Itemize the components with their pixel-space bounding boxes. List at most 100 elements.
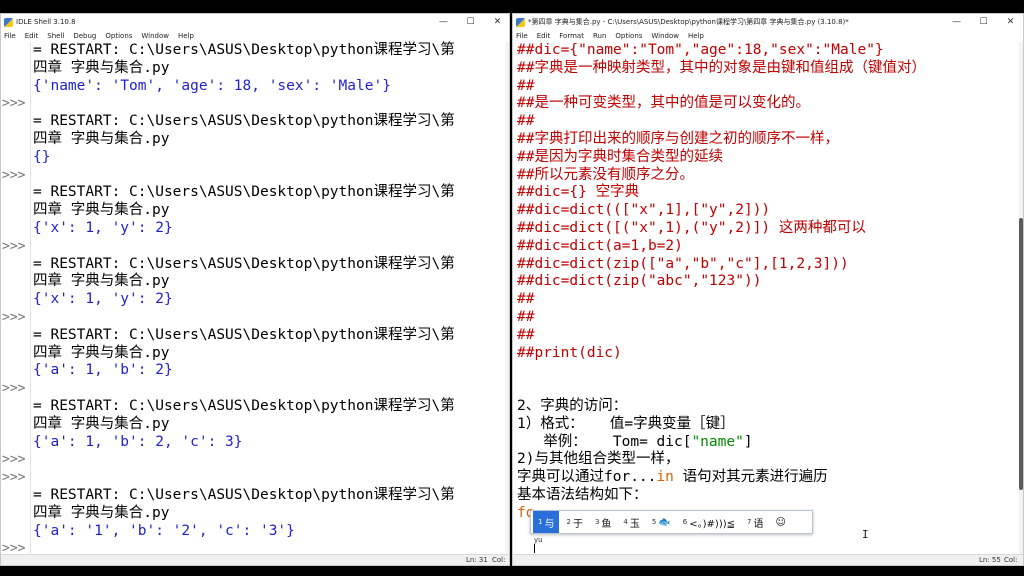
minimize-icon[interactable]: —	[943, 14, 970, 30]
code-text: = RESTART: C:\Users\ASUS\Desktop\python课…	[33, 42, 455, 58]
shell-prompt: >>>	[2, 96, 26, 112]
ime-candidate-text: 鱼	[601, 518, 612, 530]
editor-code-line: ##是一种可变类型，其中的值是可以变化的。	[517, 95, 810, 113]
code-text: ##	[517, 309, 535, 325]
shell-output-line: = RESTART: C:\Users\ASUS\Desktop\python课…	[33, 256, 455, 274]
code-text: ##dic=dict(a=1,b=2)	[517, 237, 683, 254]
shell-menu-debug[interactable]: Debug	[73, 32, 96, 40]
editor-code-line: 1）格式： 值=字典变量［键］	[517, 416, 735, 434]
editor-code-line: ##是因为字典时集合类型的延续	[517, 149, 723, 167]
shell-output-line: {'a': 1, 'b': 2}	[33, 362, 173, 380]
ime-candidate[interactable]: 4玉	[618, 511, 644, 533]
code-text: 四章 字典与集合.py	[33, 415, 170, 432]
editor-status-ln: Ln: 55	[979, 556, 1001, 564]
shell-output-line: {'a': '1', 'b': '2', 'c': '3'}	[33, 523, 295, 541]
editor-menu-file[interactable]: File	[516, 32, 528, 40]
code-text: = RESTART: C:\Users\ASUS\Desktop\python课…	[33, 326, 455, 343]
ime-candidate-text: 于	[572, 518, 583, 530]
editor-code-line: ##所以元素没有顺序之分。	[517, 167, 694, 185]
shell-menu-file[interactable]: File	[4, 32, 16, 40]
editor-scrollbar-thumb[interactable]	[1019, 218, 1023, 490]
ime-candidate[interactable]: 2于	[561, 511, 587, 533]
shell-scrollbar[interactable]	[505, 42, 509, 554]
ime-emoji-icon[interactable]: ☺	[770, 511, 790, 533]
editor-status-col: Col: 2	[1004, 556, 1018, 565]
code-text: 基本语法结构如下：	[517, 487, 648, 503]
shell-menu-shell[interactable]: Shell	[47, 32, 64, 40]
code-text: 语句对其元素进行遍历	[673, 469, 828, 486]
maximize-icon[interactable]: ☐	[970, 14, 997, 30]
code-text: 四章 字典与集合.py	[33, 273, 170, 290]
close-icon[interactable]: ✕	[997, 14, 1023, 30]
shell-output-line: 四章 字典与集合.py	[33, 416, 169, 434]
code-text: ##	[517, 113, 535, 130]
editor-menubar: File Edit Format Run Options Window Help	[513, 30, 1023, 42]
code-text: ##所以元素没有顺序之分。	[517, 166, 694, 183]
ime-candidate[interactable]: 5 🐟	[647, 511, 676, 533]
code-text: = RESTART: C:\Users\ASUS\Desktop\python课…	[33, 398, 455, 414]
shell-output-line: = RESTART: C:\Users\ASUS\Desktop\python课…	[33, 42, 455, 60]
ime-candidate-number: 2	[566, 518, 571, 526]
shell-output-line: = RESTART: C:\Users\ASUS\Desktop\python课…	[33, 327, 455, 345]
code-text: {'a': '1', 'b': '2', 'c': '3'}	[33, 522, 295, 539]
ime-candidate[interactable]: 1与	[533, 511, 560, 533]
shell-output-area[interactable]: >>> >>> >>> >>> >>> >>> >>> >>> = RESTART: C:\U…	[1, 42, 509, 556]
code-text: ##dic=dict([("x",1),("y",2)]) 这两种都可以	[517, 220, 866, 236]
screen-top-bar	[0, 0, 1024, 13]
code-text: ##是一种可变类型，其中的值是可以变化的。	[517, 95, 810, 112]
editor-code-line: ##print(dic)	[517, 345, 622, 363]
code-text: ##print(dic)	[517, 344, 622, 361]
code-text: 1）格式： 值=字典变量［键］	[517, 415, 735, 432]
shell-prompt: >>>	[2, 470, 26, 486]
editor-code-line: 举例： Tom= dic["name"]	[517, 433, 753, 452]
ime-candidate-number: 1	[538, 518, 543, 526]
ime-candidate[interactable]: 6 <。)#)))≦	[678, 511, 740, 533]
editor-menu-run[interactable]: Run	[593, 32, 606, 40]
shell-menu-window[interactable]: Window	[141, 32, 169, 40]
minimize-icon[interactable]: —	[430, 14, 457, 30]
editor-statusbar: Ln: 55 Col: 2	[513, 554, 1023, 565]
ime-candidate-number: 6	[682, 518, 688, 526]
code-text: {}	[33, 148, 51, 165]
ime-candidate-number: 3	[594, 518, 600, 526]
ime-candidate-text: 语	[753, 518, 764, 530]
editor-code-line: ##字典是一种映射类型，其中的对象是由键和值组成（键值对）	[517, 60, 926, 78]
shell-output-line: 四章 字典与集合.py	[33, 273, 169, 291]
editor-code-line: ##字典打印出来的顺序与创建之初的顺序不一样，	[517, 131, 839, 149]
code-text: = RESTART: C:\Users\ASUS\Desktop\python课…	[33, 113, 455, 130]
editor-menu-format[interactable]: Format	[559, 32, 584, 40]
editor-scrollbar[interactable]	[1019, 42, 1023, 554]
close-icon[interactable]: ✕	[484, 14, 509, 30]
ime-candidate-text: ☺	[775, 516, 786, 528]
code-text: 四章 字典与集合.py	[33, 131, 170, 147]
code-text: ]	[743, 433, 753, 450]
code-text: {'x': 1, 'y': 2}	[33, 291, 173, 308]
editor-title: *第四章 字典与集合.py - C:\Users\ASUS\Desktop\py…	[528, 18, 849, 26]
editor-menu-window[interactable]: Window	[651, 32, 679, 40]
ime-candidate[interactable]: 3鱼	[590, 511, 616, 533]
code-text: 举例： Tom= dic[	[517, 433, 692, 450]
editor-menu-edit[interactable]: Edit	[537, 32, 551, 40]
shell-menu-options[interactable]: Options	[105, 32, 132, 40]
shell-menubar: File Edit Shell Debug Options Window Hel…	[1, 30, 509, 42]
editor-code-area[interactable]: ##dic={"name":"Tom","age":18,"sex":"Male…	[513, 42, 1023, 554]
shell-output-line: {}	[33, 149, 50, 167]
code-text: 2、字典的访问：	[517, 398, 628, 414]
code-text: 字典可以通过for...	[517, 469, 657, 486]
code-text: in	[656, 469, 674, 486]
shell-menu-help[interactable]: Help	[178, 32, 194, 40]
code-text: ##	[517, 77, 535, 94]
code-text: ##dic=dict(zip(["a","b","c"],[1,2,3]))	[517, 255, 849, 272]
shell-menu-edit[interactable]: Edit	[25, 32, 39, 40]
ibeam-cursor-icon: I	[862, 528, 869, 541]
ime-candidate[interactable]: 7语	[742, 511, 768, 533]
maximize-icon[interactable]: ☐	[457, 14, 484, 30]
code-text: = RESTART: C:\Users\ASUS\Desktop\python课…	[33, 184, 455, 201]
editor-menu-help[interactable]: Help	[688, 32, 704, 40]
idle-app-icon	[4, 17, 13, 27]
shell-output-line: 四章 字典与集合.py	[33, 131, 169, 149]
editor-menu-options[interactable]: Options	[615, 32, 642, 40]
editor-code-line: ##dic={"name":"Tom","age":18,"sex":"Male…	[517, 42, 884, 60]
shell-status-col: Col: 0	[492, 556, 506, 565]
editor-code-line: ##	[517, 113, 534, 131]
